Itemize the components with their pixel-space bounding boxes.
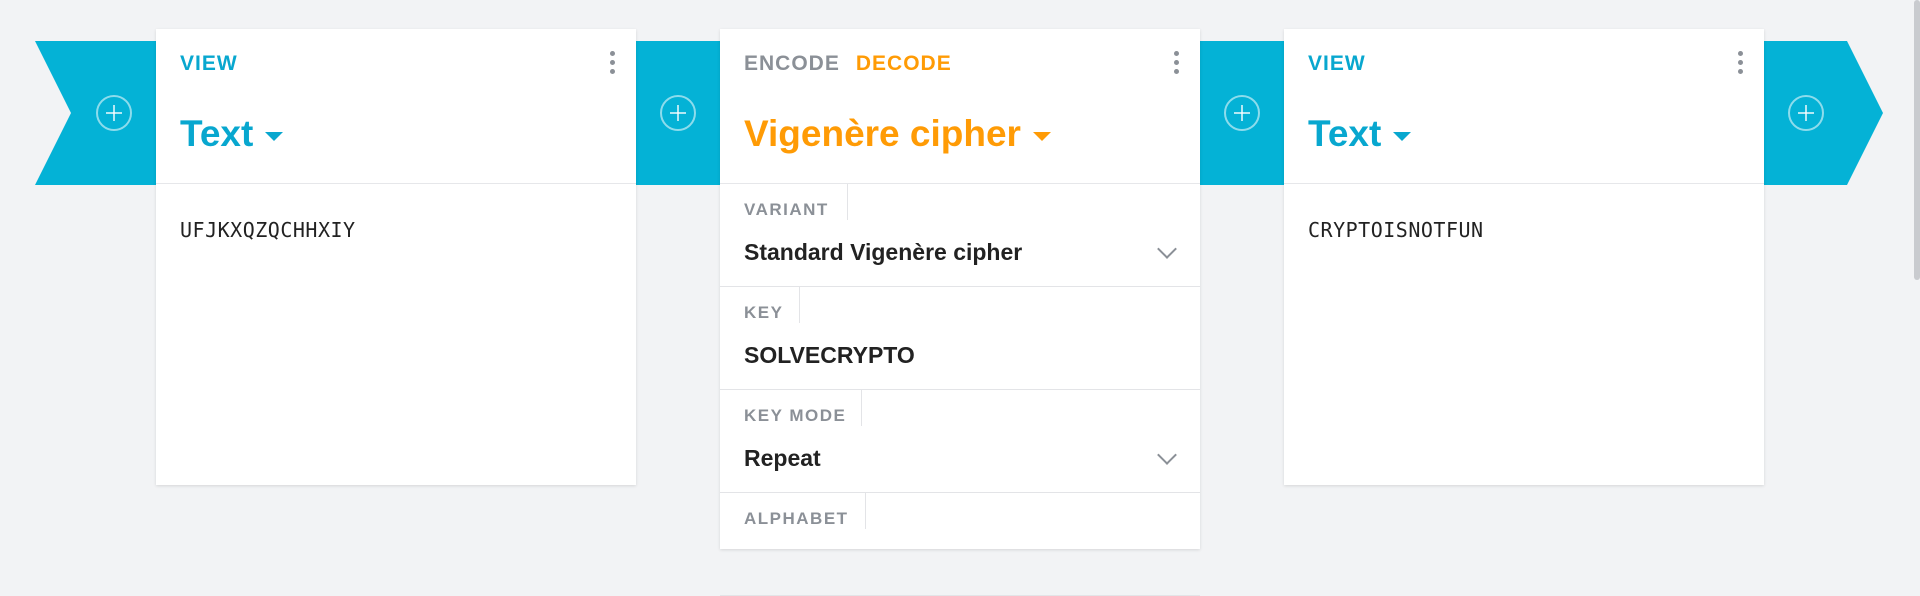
chevron-down-icon[interactable] <box>1157 445 1177 465</box>
view-tag: VIEW <box>1308 52 1366 75</box>
setting-key[interactable]: KEY SOLVECRYPTO <box>720 287 1200 390</box>
decode-tab[interactable]: DECODE <box>856 52 952 75</box>
input-text[interactable]: UFJKXQZQCHHXIY <box>156 184 636 242</box>
more-vertical-icon[interactable] <box>1174 51 1180 78</box>
setting-variant[interactable]: VARIANT Standard Vigenère cipher <box>720 184 1200 287</box>
output-text[interactable]: CRYPTOISNOTFUN <box>1284 184 1764 242</box>
setting-label: VARIANT <box>744 200 829 219</box>
card-header: ENCODE DECODE Vigenère cipher <box>720 29 1200 184</box>
setting-value: SOLVECRYPTO <box>744 342 915 368</box>
caret-down-icon <box>1032 131 1051 141</box>
view-tag: VIEW <box>180 52 238 75</box>
card-header: VIEW Text <box>156 29 636 184</box>
more-vertical-icon[interactable] <box>610 51 616 78</box>
caret-down-icon <box>1393 131 1412 141</box>
format-selector[interactable]: Text <box>1308 113 1412 155</box>
add-operation-button[interactable] <box>660 95 696 131</box>
label-divider <box>847 184 848 220</box>
more-vertical-icon[interactable] <box>1738 51 1744 78</box>
setting-key-mode[interactable]: KEY MODE Repeat <box>720 390 1200 493</box>
setting-label: ALPHABET <box>744 509 849 528</box>
card-header: VIEW Text <box>1284 29 1764 184</box>
setting-value: Repeat <box>744 445 821 471</box>
cipher-card: ENCODE DECODE Vigenère cipher VARIANT Sta… <box>720 29 1200 596</box>
setting-alphabet[interactable]: ALPHABET <box>720 493 1200 596</box>
mode-toggle: ENCODE DECODE <box>744 52 952 76</box>
format-selector[interactable]: Text <box>180 113 284 155</box>
cipher-selector[interactable]: Vigenère cipher <box>744 113 1051 155</box>
format-label: Text <box>1308 113 1382 154</box>
format-label: Text <box>180 113 254 154</box>
add-operation-button[interactable] <box>96 95 132 131</box>
setting-value: Standard Vigenère cipher <box>744 239 1023 265</box>
add-operation-button[interactable] <box>1788 95 1824 131</box>
setting-label: KEY <box>744 303 784 322</box>
label-divider <box>861 390 862 426</box>
cipher-label: Vigenère cipher <box>744 113 1021 154</box>
input-view-card: VIEW Text UFJKXQZQCHHXIY <box>156 29 636 485</box>
chevron-down-icon[interactable] <box>1157 239 1177 259</box>
label-divider <box>799 287 800 323</box>
encode-tab[interactable]: ENCODE <box>744 52 840 75</box>
add-operation-button[interactable] <box>1224 95 1260 131</box>
scrollbar[interactable] <box>1914 0 1920 280</box>
output-view-card: VIEW Text CRYPTOISNOTFUN <box>1284 29 1764 485</box>
label-divider <box>865 493 866 529</box>
caret-down-icon <box>265 131 284 141</box>
setting-label: KEY MODE <box>744 406 847 425</box>
